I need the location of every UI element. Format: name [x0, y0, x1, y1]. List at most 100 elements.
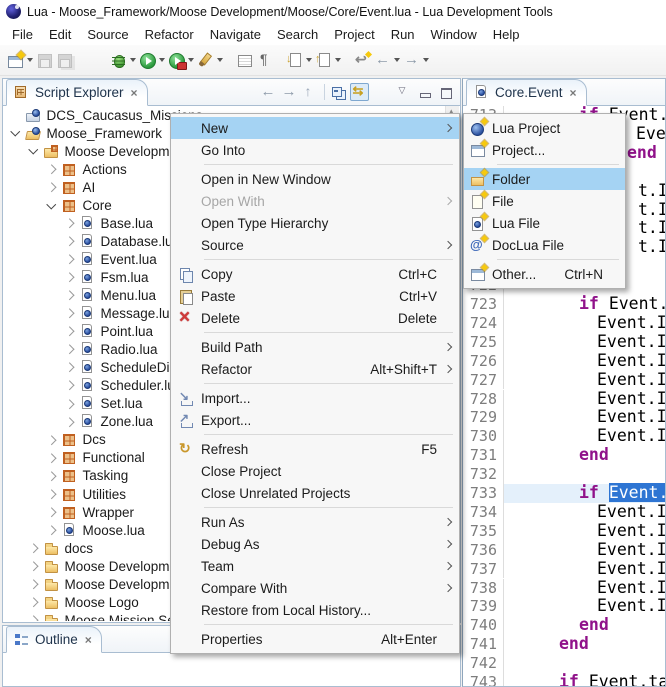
code-line[interactable]: 739Event.I [464, 597, 665, 616]
back-history-button[interactable] [259, 83, 278, 101]
debug-button[interactable] [109, 48, 138, 72]
code-line[interactable]: 724Event.I [464, 314, 665, 333]
chevron-right-icon[interactable] [65, 417, 74, 426]
chevron-right-icon[interactable] [47, 435, 56, 444]
menu-item-lua-file[interactable]: Lua File [464, 212, 625, 234]
code-line[interactable]: 725Event.I [464, 333, 665, 352]
chevron-right-icon[interactable] [65, 309, 74, 318]
dropdown-arrow-icon[interactable] [217, 58, 223, 62]
chevron-down-icon[interactable] [11, 127, 20, 136]
menubar-item-window[interactable]: Window [423, 25, 485, 44]
menu-item-project-[interactable]: Project... [464, 139, 625, 161]
minimize-button[interactable] [416, 83, 435, 101]
menu-item-copy[interactable]: CopyCtrl+C [171, 263, 459, 285]
code-line[interactable]: 737Event.I [464, 560, 665, 579]
tab-script-explorer[interactable]: Script Explorer × [6, 79, 148, 106]
chevron-right-icon[interactable] [47, 489, 56, 498]
dropdown-arrow-icon[interactable] [188, 58, 194, 62]
chevron-right-icon[interactable] [47, 525, 56, 534]
menubar-item-help[interactable]: Help [485, 25, 528, 44]
chevron-right-icon[interactable] [47, 183, 56, 192]
chevron-right-icon[interactable] [65, 345, 74, 354]
menu-item-import-[interactable]: Import... [171, 387, 459, 409]
chevron-right-icon[interactable] [47, 471, 56, 480]
next-annotation-button[interactable] [285, 48, 314, 72]
code-line[interactable]: 729Event.I [464, 408, 665, 427]
link-with-editor-button[interactable] [350, 83, 369, 101]
close-icon[interactable]: × [85, 633, 92, 647]
menu-item-run-as[interactable]: Run As [171, 511, 459, 533]
code-line[interactable]: 738Event.I [464, 579, 665, 598]
close-icon[interactable]: × [570, 86, 577, 100]
chevron-right-icon[interactable] [29, 616, 38, 621]
open-task-button[interactable] [196, 48, 225, 72]
menubar-item-navigate[interactable]: Navigate [202, 25, 269, 44]
forward-button[interactable] [402, 48, 431, 72]
chevron-right-icon[interactable] [65, 219, 74, 228]
chevron-right-icon[interactable] [65, 399, 74, 408]
code-line[interactable]: 731end [464, 446, 665, 465]
dropdown-arrow-icon[interactable] [423, 58, 429, 62]
menu-item-lua-project[interactable]: Lua Project [464, 117, 625, 139]
chevron-right-icon[interactable] [65, 381, 74, 390]
chevron-right-icon[interactable] [47, 507, 56, 516]
menu-item-source[interactable]: Source [171, 234, 459, 256]
close-icon[interactable]: × [131, 86, 138, 100]
collapse-all-button[interactable] [329, 83, 348, 101]
code-line[interactable]: 743if Event.ta [464, 673, 665, 686]
menubar-item-source[interactable]: Source [79, 25, 136, 44]
chevron-right-icon[interactable] [65, 237, 74, 246]
chevron-right-icon[interactable] [65, 363, 74, 372]
chevron-right-icon[interactable] [29, 562, 38, 571]
chevron-right-icon[interactable] [65, 273, 74, 282]
menu-item-compare-with[interactable]: Compare With [171, 577, 459, 599]
new-wizard-button[interactable] [6, 48, 35, 72]
code-line[interactable]: 728Event.I [464, 390, 665, 409]
maximize-button[interactable] [437, 83, 456, 101]
code-line[interactable]: 730Event.I [464, 427, 665, 446]
show-whitespace-button[interactable] [255, 48, 275, 72]
last-edit-location-button[interactable] [353, 48, 373, 72]
tab-outline[interactable]: Outline × [6, 626, 102, 653]
up-button[interactable] [301, 83, 320, 101]
menu-item-refactor[interactable]: RefactorAlt+Shift+T [171, 358, 459, 380]
menu-item-build-path[interactable]: Build Path [171, 336, 459, 358]
menu-item-close-project[interactable]: Close Project [171, 460, 459, 482]
menu-item-delete[interactable]: DeleteDelete [171, 307, 459, 329]
chevron-right-icon[interactable] [65, 327, 74, 336]
view-menu-button[interactable] [395, 83, 414, 101]
menu-item-go-into[interactable]: Go Into [171, 139, 459, 161]
menubar-item-file[interactable]: File [4, 25, 41, 44]
menubar-item-edit[interactable]: Edit [41, 25, 79, 44]
chevron-right-icon[interactable] [47, 165, 56, 174]
chevron-right-icon[interactable] [65, 255, 74, 264]
dropdown-arrow-icon[interactable] [394, 58, 400, 62]
code-line[interactable]: 736Event.I [464, 541, 665, 560]
menu-item-open-type-hierarchy[interactable]: Open Type Hierarchy [171, 212, 459, 234]
chevron-down-icon[interactable] [47, 199, 56, 208]
code-line-current[interactable]: 733if Event. [464, 484, 665, 503]
code-line[interactable]: 734Event.I [464, 503, 665, 522]
menu-item-new[interactable]: New [171, 117, 459, 139]
block-selection-button[interactable] [235, 48, 255, 72]
menu-item-restore-from-local-history-[interactable]: Restore from Local History... [171, 599, 459, 621]
menu-item-open-in-new-window[interactable]: Open in New Window [171, 168, 459, 190]
prev-annotation-button[interactable] [314, 48, 343, 72]
menu-item-other-[interactable]: Other...Ctrl+N [464, 263, 625, 285]
code-line[interactable]: 732 [464, 465, 665, 484]
menu-item-doclua-file[interactable]: DocLua File [464, 234, 625, 256]
dropdown-arrow-icon[interactable] [159, 58, 165, 62]
code-line[interactable]: 740end [464, 616, 665, 635]
chevron-right-icon[interactable] [29, 598, 38, 607]
code-line[interactable]: 742 [464, 654, 665, 673]
menu-item-refresh[interactable]: RefreshF5 [171, 438, 459, 460]
menu-item-properties[interactable]: PropertiesAlt+Enter [171, 628, 459, 650]
code-line[interactable]: 726Event.I [464, 352, 665, 371]
menu-item-export-[interactable]: Export... [171, 409, 459, 431]
menubar-item-project[interactable]: Project [326, 25, 382, 44]
code-line[interactable]: 735Event.I [464, 522, 665, 541]
code-line[interactable]: 727Event.I [464, 371, 665, 390]
back-button[interactable] [373, 48, 402, 72]
chevron-right-icon[interactable] [65, 291, 74, 300]
forward-history-button[interactable] [280, 83, 299, 101]
